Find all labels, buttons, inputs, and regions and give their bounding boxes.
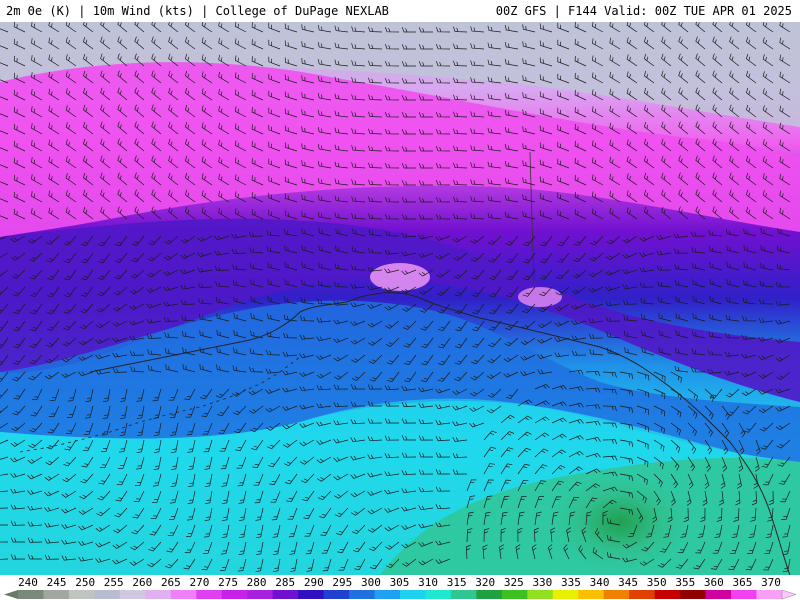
colorbar-tick-label: 295 bbox=[332, 576, 353, 589]
colorbar-swatch bbox=[527, 590, 554, 599]
colorbar-tick-label: 245 bbox=[46, 576, 67, 589]
colorbar-tick-label: 300 bbox=[360, 576, 381, 589]
colorbar-tick-label: 270 bbox=[189, 576, 210, 589]
colorbar-tick-label: 350 bbox=[646, 576, 667, 589]
colorbar-swatch bbox=[170, 590, 197, 599]
colorbar-swatch bbox=[756, 590, 783, 599]
colorbar-swatch bbox=[501, 590, 528, 599]
colorbar-swatch bbox=[450, 590, 477, 599]
colorbar-tick-label: 315 bbox=[446, 576, 467, 589]
colorbar-swatch bbox=[680, 590, 707, 599]
colorbar-tick-label: 310 bbox=[418, 576, 438, 589]
colorbar-swatch bbox=[578, 590, 605, 599]
colorbar-tick-label: 285 bbox=[275, 576, 296, 589]
high-theta-patch-2 bbox=[518, 287, 562, 307]
colorbar-min-arrow bbox=[4, 590, 18, 599]
colorbar-swatch bbox=[552, 590, 579, 599]
colorbar-swatch bbox=[400, 590, 426, 599]
colorbar-swatch bbox=[145, 590, 172, 599]
colorbar-tick-label: 250 bbox=[75, 576, 96, 589]
colorbar-swatch bbox=[323, 590, 350, 599]
colorbar-swatch bbox=[603, 590, 630, 599]
colorbar-swatch bbox=[43, 590, 70, 599]
colorbar-tick-label: 255 bbox=[103, 576, 124, 589]
colorbar-tick-label: 365 bbox=[732, 576, 753, 589]
colorbar-tick-label: 275 bbox=[218, 576, 238, 589]
colorbar-swatch bbox=[94, 590, 121, 599]
colorbar-swatch bbox=[654, 590, 681, 599]
colorbar-swatch bbox=[349, 590, 376, 599]
colorbar-swatch bbox=[629, 590, 656, 599]
colorbar-swatch bbox=[374, 590, 401, 599]
theta-e-map bbox=[0, 22, 800, 575]
colorbar-tick-label: 240 bbox=[18, 576, 38, 589]
colorbar-tick-label: 355 bbox=[675, 576, 696, 589]
title-bar: 2m Θe (K) | 10m Wind (kts) | College of … bbox=[0, 0, 800, 22]
colorbar-tick-label: 360 bbox=[703, 576, 724, 589]
colorbar-swatch bbox=[476, 590, 503, 599]
colorbar-tick-label: 335 bbox=[561, 576, 581, 589]
colorbar-ticks: 240 245 250 255 260 265 270 275 280 285 290 295 300 3… bbox=[0, 575, 800, 589]
colorbar-tick-label: 330 bbox=[532, 576, 553, 589]
colorbar-tick-label: 325 bbox=[503, 576, 524, 589]
colorbar-swatch bbox=[18, 590, 44, 599]
colorbar-swatch bbox=[196, 590, 223, 599]
colorbar-swatch bbox=[119, 590, 146, 599]
colorbar-tick-label: 260 bbox=[132, 576, 153, 589]
map-title-left: 2m Θe (K) | 10m Wind (kts) | College of … bbox=[6, 4, 389, 18]
colorbar-tick-label: 345 bbox=[618, 576, 639, 589]
colorbar-swatch bbox=[425, 590, 452, 599]
colorbar-swatch bbox=[298, 590, 325, 599]
colorbar-tick-label: 265 bbox=[160, 576, 181, 589]
colorbar-swatch bbox=[705, 590, 732, 599]
colorbar-strip bbox=[4, 589, 797, 600]
colorbar-tick-label: 305 bbox=[389, 576, 410, 589]
colorbar-swatch bbox=[731, 590, 758, 599]
colorbar-swatch bbox=[272, 590, 299, 599]
high-theta-patch-1 bbox=[370, 263, 430, 291]
colorbar-swatch bbox=[247, 590, 274, 599]
map-title-right: 00Z GFS | F144 Valid: 00Z TUE APR 01 202… bbox=[495, 4, 792, 18]
colorbar-swatch bbox=[68, 590, 95, 599]
colorbar-tick-label: 290 bbox=[303, 576, 324, 589]
colorbar-tick-label: 280 bbox=[246, 576, 267, 589]
model-map-viewer: 2m Θe (K) | 10m Wind (kts) | College of … bbox=[0, 0, 800, 600]
colorbar-tick-label: 340 bbox=[589, 576, 610, 589]
colorbar: 240 245 250 255 260 265 270 275 280 285 290 295 300 3… bbox=[0, 575, 800, 600]
colorbar-tick-label: 370 bbox=[761, 576, 781, 589]
colorbar-swatch bbox=[221, 590, 248, 599]
colorbar-tick-label: 320 bbox=[475, 576, 496, 589]
colorbar-max-arrow bbox=[781, 589, 797, 600]
